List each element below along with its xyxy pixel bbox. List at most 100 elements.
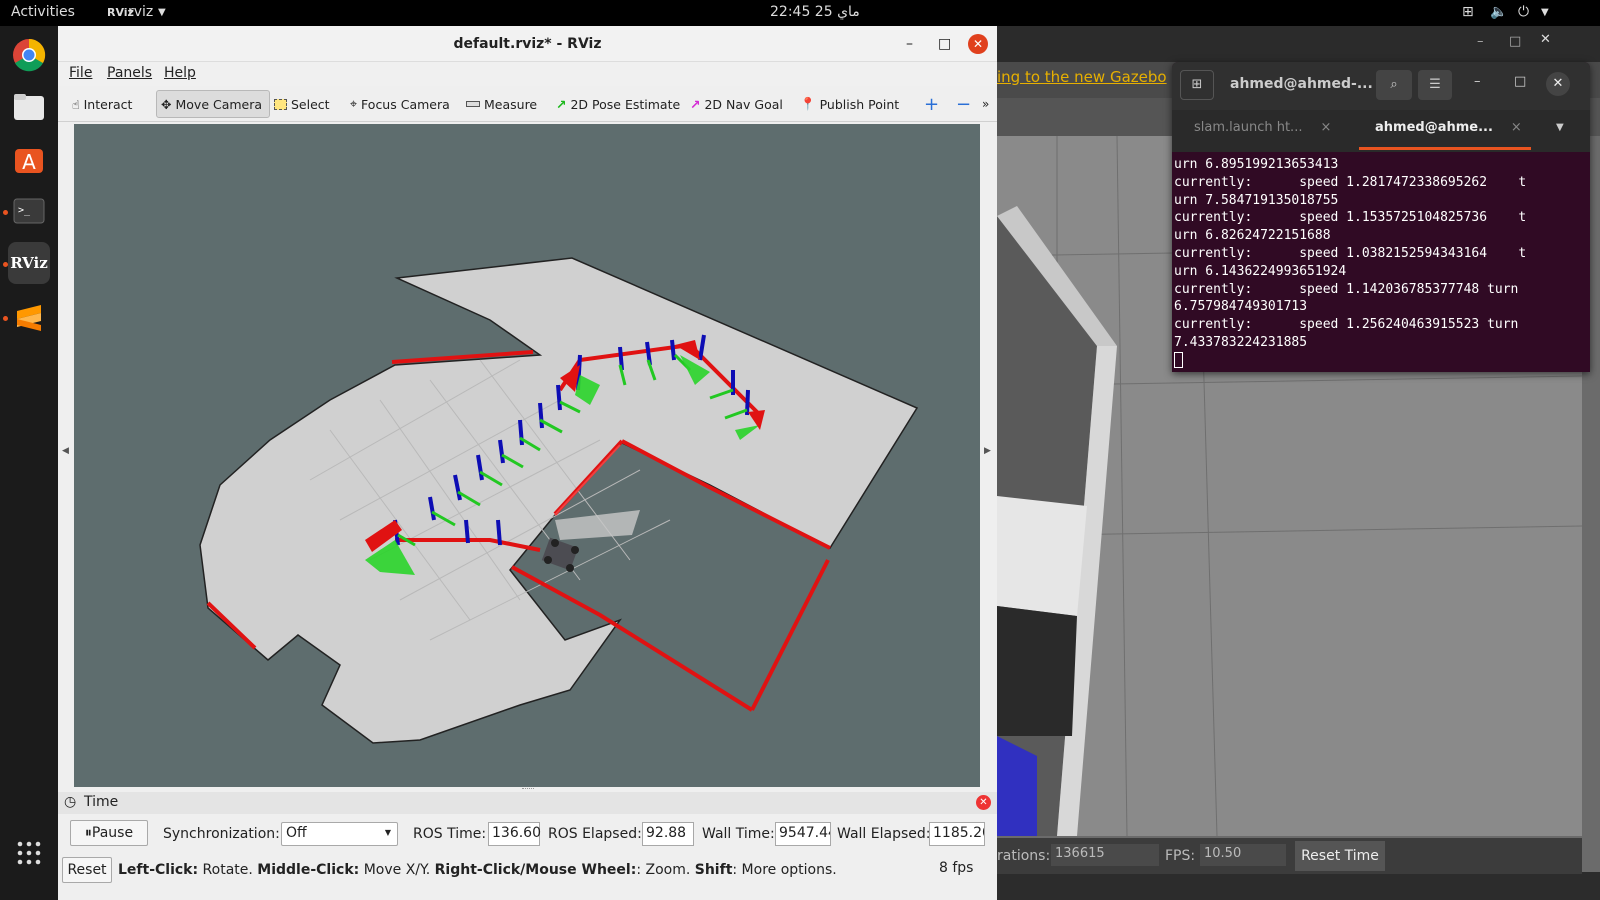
volume-icon[interactable]: 🔈	[1490, 4, 1507, 20]
software-center-icon[interactable]: A	[8, 138, 50, 180]
gazebo-status-bar: rations: 136615 FPS: 10.50 Reset Time	[997, 838, 1582, 874]
right-dock-arrow-icon[interactable]: ▶	[984, 446, 991, 456]
clock[interactable]: 22:45 25 ماي	[770, 4, 860, 20]
terminal-line: currently: speed 1.0382152594343164 t	[1174, 245, 1527, 261]
sync-label: Synchronization:	[163, 826, 280, 842]
power-icon[interactable]: ⏻	[1518, 4, 1529, 20]
hint-left-click: Left-Click:	[118, 862, 199, 878]
menu-help[interactable]: Help	[164, 65, 196, 81]
hand-icon: ☝	[72, 96, 80, 112]
close-icon[interactable]: ✕	[1540, 32, 1551, 47]
move-camera-tool-button[interactable]: ✥ Move Camera	[156, 90, 270, 118]
toolbar-overflow-icon[interactable]: »	[978, 90, 993, 118]
terminal-line: urn 6.895199213653413	[1174, 157, 1339, 172]
left-dock-arrow-icon[interactable]: ◀	[62, 446, 69, 456]
interact-label: Interact	[83, 96, 133, 112]
gazebo-notice-link[interactable]: ing to the new Gazebo	[997, 68, 1167, 86]
network-icon[interactable]: ⊞	[1462, 4, 1474, 20]
publish-point-tool-button[interactable]: 📍 Publish Point	[796, 90, 903, 118]
nav-goal-tool-button[interactable]: ↗ 2D Nav Goal	[686, 90, 787, 118]
terminal-tab-bar: slam.launch ht... × ahmed@ahme... × ▼	[1172, 110, 1590, 152]
pause-button[interactable]: ⏸Pause	[70, 820, 148, 846]
menu-icon[interactable]: ☰	[1418, 70, 1452, 100]
terminal-icon[interactable]: >_	[8, 190, 50, 232]
chrome-icon[interactable]	[8, 34, 50, 76]
add-tool-icon[interactable]: +	[920, 90, 943, 118]
map-pin-icon: 📍	[800, 96, 816, 111]
ros-elapsed-label: ROS Elapsed:	[548, 826, 642, 842]
tool-bar: ☝ Interact ✥ Move Camera Select ⌖ Focus Cam…	[58, 86, 997, 122]
close-icon[interactable]: ✕	[1546, 72, 1570, 96]
hint-middle-desc: Move X/Y.	[359, 862, 435, 878]
close-icon[interactable]: ✕	[968, 34, 988, 54]
pause-icon: ⏸	[84, 825, 92, 841]
iterations-field: 136615	[1051, 844, 1159, 866]
ros-elapsed-field[interactable]: 92.88	[642, 822, 694, 846]
reset-button[interactable]: Reset	[62, 857, 112, 883]
remove-tool-icon[interactable]: −	[952, 90, 975, 118]
hint-shift: Shift	[694, 862, 733, 878]
focus-camera-tool-button[interactable]: ⌖ Focus Camera	[346, 90, 454, 118]
terminal-title: ahmed@ahmed-...	[1230, 76, 1373, 92]
hint-middle-click: Middle-Click:	[257, 862, 360, 878]
status-bar: Reset Left-Click: Rotate. Middle-Click: …	[58, 854, 997, 886]
new-tab-icon[interactable]: ⊞	[1180, 70, 1214, 100]
occupancy-map-render	[74, 124, 980, 787]
move-camera-label: Move Camera	[175, 96, 263, 112]
gazebo-titlebar: – □ ✕	[997, 26, 1600, 62]
magenta-arrow-icon: ↗	[690, 96, 701, 112]
tab-slam-launch[interactable]: slam.launch ht... ×	[1172, 110, 1357, 150]
menu-file[interactable]: File	[69, 65, 92, 81]
menu-bar: File Panels Help	[58, 62, 997, 86]
files-icon[interactable]	[8, 86, 50, 128]
tab-label: ahmed@ahme...	[1375, 120, 1493, 135]
reset-time-button[interactable]: Reset Time	[1295, 841, 1385, 871]
measure-tool-button[interactable]: Measure	[462, 90, 541, 118]
iterations-label: rations:	[997, 848, 1051, 864]
ros-time-field[interactable]: 136.60	[488, 822, 541, 846]
minimize-icon[interactable]: –	[1474, 74, 1481, 89]
terminal-line: urn 6.1436224993651924	[1174, 263, 1347, 279]
minimize-icon[interactable]: –	[906, 26, 913, 62]
hint-left-desc: Rotate.	[198, 862, 258, 878]
green-arrow-icon: ↗	[556, 96, 567, 112]
wall-elapsed-field[interactable]: 1185.20	[929, 822, 985, 846]
app-menu-arrow-icon[interactable]: ▼	[158, 7, 166, 18]
search-icon[interactable]: ⌕	[1376, 70, 1412, 100]
close-panel-icon[interactable]: ✕	[976, 795, 991, 810]
sync-select[interactable]: Off ▼	[281, 822, 398, 846]
rviz-dock-icon[interactable]: RViz	[8, 242, 50, 284]
wall-time-field[interactable]: 9547.44	[775, 822, 831, 846]
menu-panels[interactable]: Panels	[107, 65, 152, 81]
tab-ahmed[interactable]: ahmed@ahme... ×	[1359, 110, 1531, 150]
3d-viewport[interactable]	[74, 124, 980, 787]
terminal-line: 7.433783224231885	[1174, 334, 1308, 350]
select-icon	[274, 98, 287, 110]
system-menu-arrow-icon[interactable]: ▼	[1541, 7, 1549, 18]
rviz-running-indicator	[3, 262, 8, 267]
app-grid-icon[interactable]	[8, 832, 50, 874]
sublime-icon[interactable]	[8, 296, 50, 338]
measure-label: Measure	[484, 96, 538, 112]
app-menu[interactable]: rviz	[128, 4, 153, 20]
clock-icon: ◷	[64, 794, 77, 810]
maximize-icon[interactable]: □	[1509, 34, 1521, 49]
tab-list-arrow-icon[interactable]: ▼	[1556, 122, 1564, 133]
terminal-output[interactable]: urn 6.895199213653413 currently: speed 1.…	[1172, 152, 1590, 372]
pose-estimate-tool-button[interactable]: ↗ 2D Pose Estimate	[552, 90, 684, 118]
splitter-handle[interactable]	[522, 788, 534, 791]
terminal-line: currently: speed 1.1535725104825736 t	[1174, 210, 1527, 226]
activities-button[interactable]: Activities	[11, 4, 75, 20]
minimize-icon[interactable]: –	[1477, 34, 1484, 49]
tab-close-icon[interactable]: ×	[1320, 120, 1331, 135]
terminal-line: currently: speed 1.2817472338695262 t	[1174, 174, 1527, 190]
maximize-icon[interactable]: □	[1514, 74, 1526, 89]
select-tool-button[interactable]: Select	[270, 90, 334, 118]
sublime-running-indicator	[3, 316, 8, 321]
tab-close-icon[interactable]: ×	[1511, 120, 1522, 135]
svg-text:A: A	[22, 150, 36, 174]
interact-tool-button[interactable]: ☝ Interact	[68, 90, 136, 118]
terminal-running-indicator	[3, 210, 8, 215]
fps-readout: 8 fps	[939, 860, 974, 876]
maximize-icon[interactable]: □	[938, 26, 951, 62]
